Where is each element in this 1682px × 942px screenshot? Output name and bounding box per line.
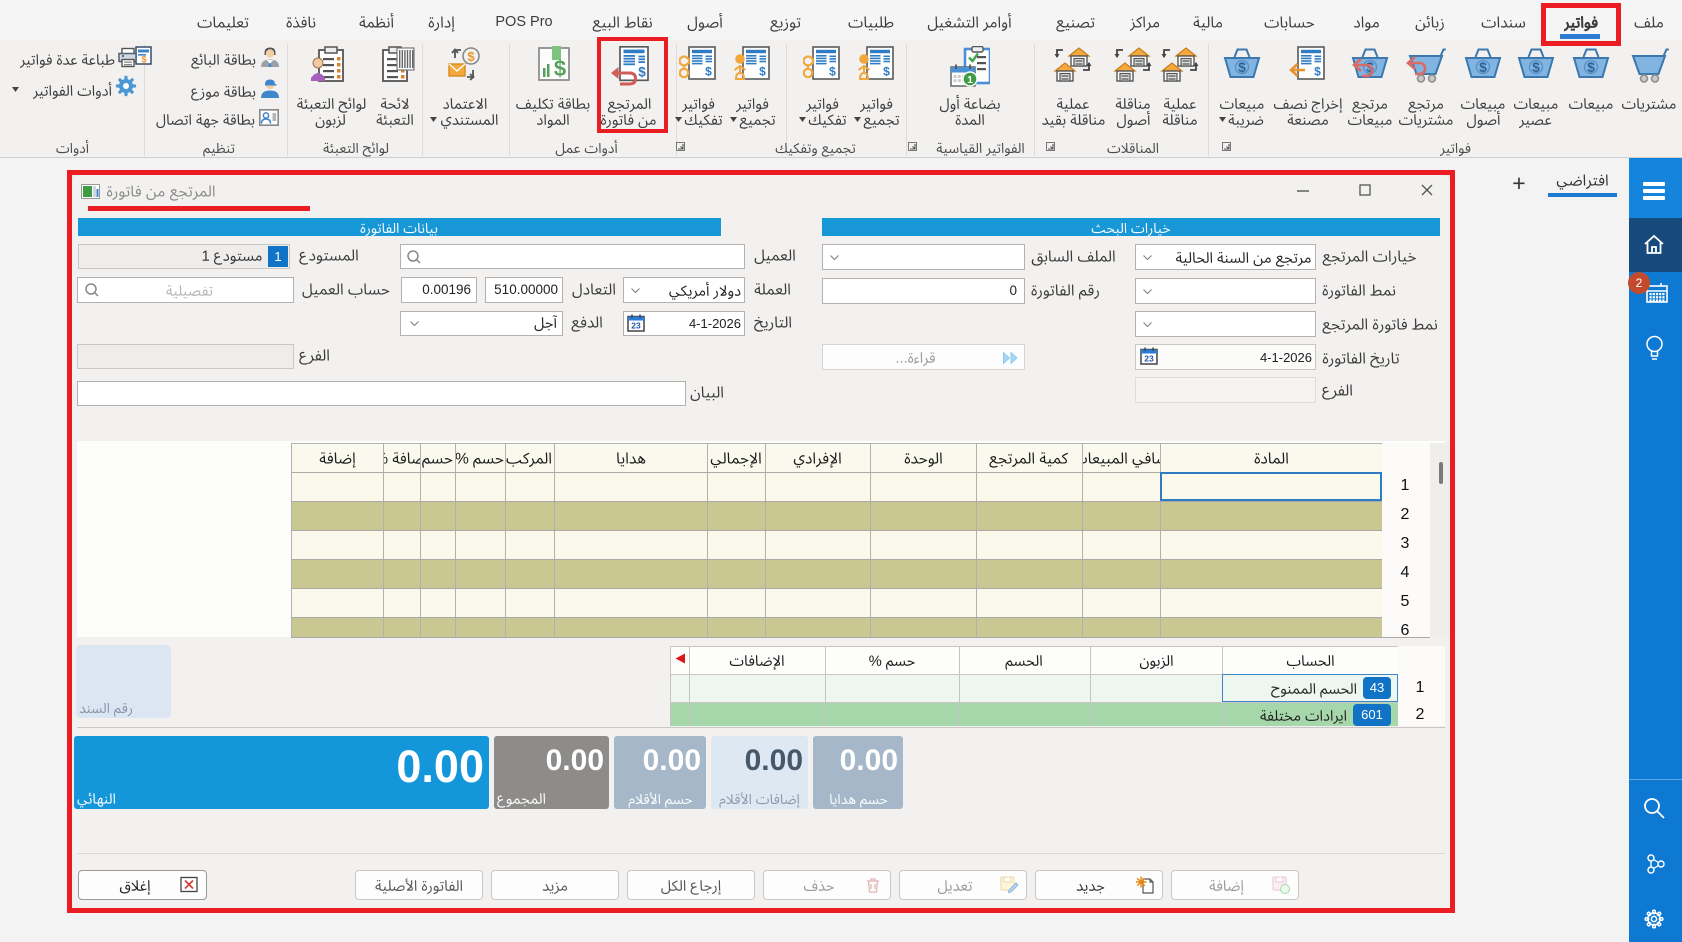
svg-text:$: $ xyxy=(554,56,566,81)
svg-text:$: $ xyxy=(829,65,836,79)
svg-text:$: $ xyxy=(1479,59,1487,75)
svg-text:$: $ xyxy=(141,55,146,65)
svg-text:$: $ xyxy=(1587,59,1595,75)
svg-text:$: $ xyxy=(1532,59,1540,75)
svg-text:$: $ xyxy=(883,65,890,79)
svg-text:$: $ xyxy=(759,65,766,79)
svg-text:$: $ xyxy=(1314,65,1321,79)
svg-text:$: $ xyxy=(467,49,475,64)
svg-text:$: $ xyxy=(705,65,712,79)
svg-text:$: $ xyxy=(1238,59,1246,75)
svg-text:1: 1 xyxy=(967,74,973,86)
